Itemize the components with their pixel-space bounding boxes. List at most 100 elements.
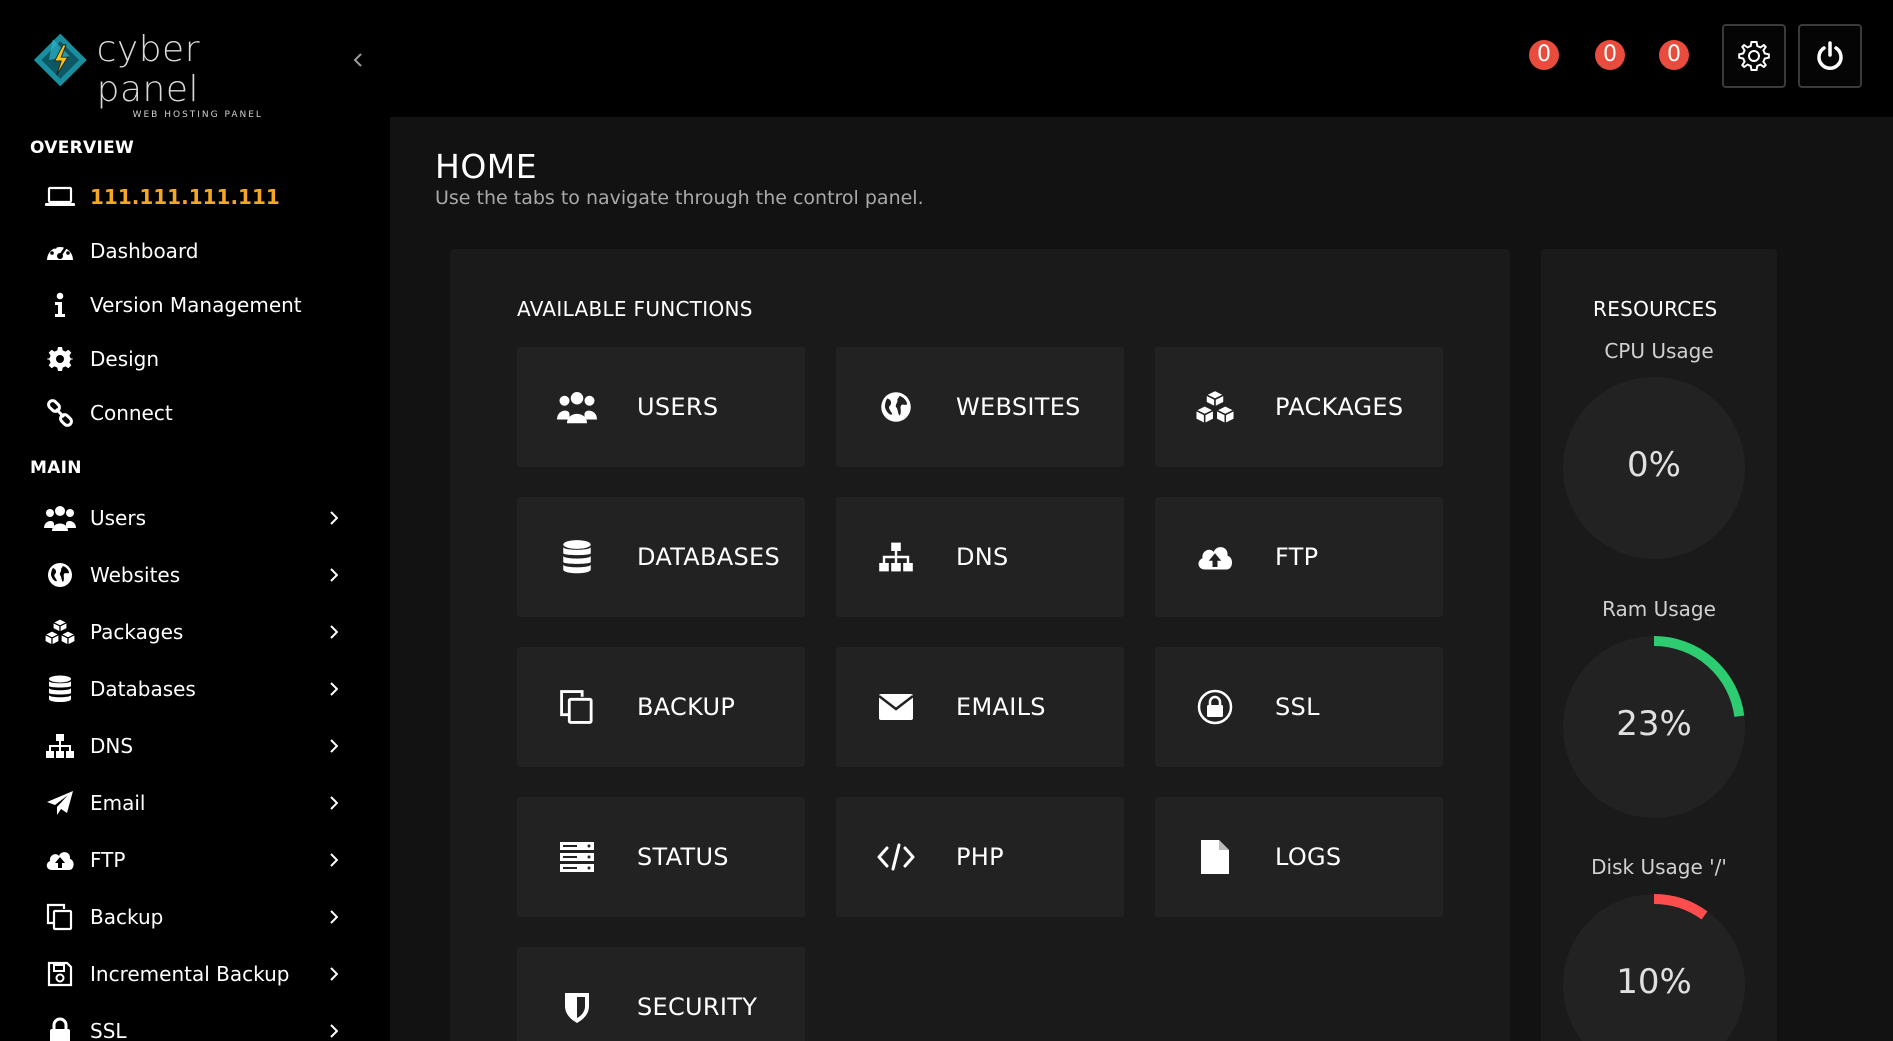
sidebar-item-email[interactable]: Email — [0, 780, 360, 826]
sidebar-item-server-ip[interactable]: 111.111.111.111 — [0, 174, 360, 220]
tile-backup[interactable]: BACKUP — [517, 647, 805, 767]
sidebar-item-version-management[interactable]: Version Management — [0, 282, 360, 328]
sidebar-item-label: 111.111.111.111 — [90, 185, 280, 209]
sidebar-item-design[interactable]: Design — [0, 336, 360, 382]
gear-icon — [44, 343, 76, 375]
chevron-right-icon — [330, 1023, 344, 1039]
sidebar-item-databases[interactable]: Databases — [0, 666, 360, 712]
available-functions-panel: AVAILABLE FUNCTIONS USERS WEBSITES PACKA… — [450, 249, 1510, 1041]
cpu-usage-value: 0% — [1627, 445, 1681, 485]
panel-heading: AVAILABLE FUNCTIONS — [517, 297, 753, 321]
chevron-right-icon — [330, 909, 344, 925]
file-icon — [1193, 835, 1237, 879]
tile-label: BACKUP — [637, 693, 736, 721]
cpu-usage-gauge: 0% — [1563, 377, 1745, 559]
lock-icon — [1193, 685, 1237, 729]
sidebar-item-label: DNS — [90, 734, 134, 758]
chevron-right-icon — [330, 852, 344, 868]
tile-label: DATABASES — [637, 543, 781, 571]
sidebar-item-dashboard[interactable]: Dashboard — [0, 228, 360, 274]
shield-icon — [555, 985, 599, 1029]
save-icon — [44, 958, 76, 990]
sidebar-item-label: Design — [90, 347, 160, 371]
app-root: cyber panel WEB HOSTING PANEL 0 0 0 OVER… — [0, 0, 1893, 1041]
chevron-right-icon — [330, 567, 344, 583]
globe-icon — [44, 559, 76, 591]
laptop-icon — [44, 181, 76, 213]
tile-databases[interactable]: DATABASES — [517, 497, 805, 617]
ram-usage-gauge: 23% — [1563, 636, 1745, 818]
cubes-icon — [1193, 385, 1237, 429]
resources-panel: RESOURCES CPU Usage 0% Ram Usage 23% Dis… — [1541, 249, 1777, 1041]
chevron-right-icon — [330, 510, 344, 526]
disk-usage-value: 10% — [1616, 962, 1692, 1002]
tile-label: DNS — [956, 543, 1009, 571]
sidebar-item-dns[interactable]: DNS — [0, 723, 360, 769]
power-icon — [1817, 41, 1843, 70]
tile-label: FTP — [1275, 543, 1319, 571]
sidebar-item-websites[interactable]: Websites — [0, 552, 360, 598]
sidebar-item-users[interactable]: Users — [0, 495, 360, 541]
section-title-main: MAIN — [30, 458, 82, 478]
tile-security[interactable]: SECURITY — [517, 947, 805, 1041]
tile-emails[interactable]: EMAILS — [836, 647, 1124, 767]
chevron-left-icon — [353, 53, 362, 67]
sidebar-item-ftp[interactable]: FTP — [0, 837, 360, 883]
resources-heading: RESOURCES — [1593, 297, 1718, 321]
tile-dns[interactable]: DNS — [836, 497, 1124, 617]
tile-label: SECURITY — [637, 993, 758, 1021]
tile-logs[interactable]: LOGS — [1155, 797, 1443, 917]
tile-ftp[interactable]: FTP — [1155, 497, 1443, 617]
sidebar-item-ssl[interactable]: SSL — [0, 1008, 360, 1041]
sidebar-item-label: Version Management — [90, 293, 302, 317]
tile-users[interactable]: USERS — [517, 347, 805, 467]
main-content: HOME Use the tabs to navigate through th… — [390, 117, 1893, 1041]
ram-usage-label: Ram Usage — [1602, 597, 1716, 621]
sidebar-item-packages[interactable]: Packages — [0, 609, 360, 655]
sidebar-item-label: Databases — [90, 677, 196, 701]
ram-usage-value: 23% — [1616, 704, 1692, 744]
cloud-upload-icon — [1193, 535, 1237, 579]
tile-packages[interactable]: PACKAGES — [1155, 347, 1443, 467]
tile-php[interactable]: PHP — [836, 797, 1124, 917]
server-icon — [555, 835, 599, 879]
sidebar-item-label: FTP — [90, 848, 126, 872]
sidebar-item-incremental-backup[interactable]: Incremental Backup — [0, 951, 360, 997]
sidebar-item-connect[interactable]: Connect — [0, 390, 360, 436]
link-icon — [44, 397, 76, 429]
tile-status[interactable]: STATUS — [517, 797, 805, 917]
globe-icon — [874, 385, 918, 429]
sidebar-item-label: Websites — [90, 563, 181, 587]
sidebar-collapse-button[interactable] — [347, 45, 369, 75]
notification-badge[interactable]: 0 — [1529, 40, 1559, 70]
sidebar-item-label: SSL — [90, 1019, 127, 1041]
cubes-icon — [44, 616, 76, 648]
disk-usage-label: Disk Usage '/' — [1591, 855, 1727, 879]
notification-badge[interactable]: 0 — [1659, 40, 1689, 70]
sitemap-icon — [874, 535, 918, 579]
cpu-usage-label: CPU Usage — [1604, 339, 1714, 363]
sidebar-item-label: Incremental Backup — [90, 962, 290, 986]
tile-websites[interactable]: WEBSITES — [836, 347, 1124, 467]
paper-plane-icon — [44, 787, 76, 819]
tile-label: WEBSITES — [956, 393, 1081, 421]
logout-button[interactable] — [1798, 24, 1862, 88]
tile-label: EMAILS — [956, 693, 1046, 721]
sidebar-item-label: Email — [90, 791, 146, 815]
section-title-overview: OVERVIEW — [30, 138, 135, 158]
chevron-right-icon — [330, 966, 344, 982]
top-bar: cyber panel WEB HOSTING PANEL 0 0 0 — [0, 0, 1893, 120]
settings-button[interactable] — [1722, 24, 1786, 88]
cloud-upload-icon — [44, 844, 76, 876]
tile-ssl[interactable]: SSL — [1155, 647, 1443, 767]
copy-icon — [555, 685, 599, 729]
chevron-right-icon — [330, 738, 344, 754]
sidebar-item-backup[interactable]: Backup — [0, 894, 360, 940]
users-icon — [555, 385, 599, 429]
tile-label: USERS — [637, 393, 719, 421]
sidebar-item-label: Dashboard — [90, 239, 199, 263]
notification-badge[interactable]: 0 — [1595, 40, 1625, 70]
info-icon — [44, 289, 76, 321]
sitemap-icon — [44, 730, 76, 762]
brand-logo[interactable]: cyber panel WEB HOSTING PANEL — [32, 30, 302, 120]
